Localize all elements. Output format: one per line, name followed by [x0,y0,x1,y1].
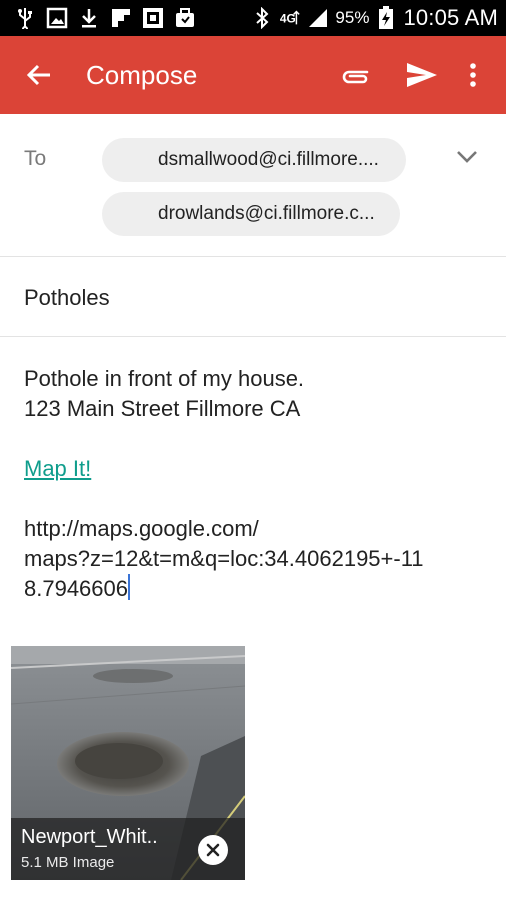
attachment-card[interactable]: Newport_Whit.. 5.1 MB Image [11,646,245,880]
text-cursor [128,574,130,600]
bluetooth-icon [251,7,273,29]
battery-charging-icon [375,6,397,29]
body-url-tail: 8.7946606 [24,576,128,601]
signal-icon [307,7,329,29]
status-bar: 4G 95% 10:05 AM [0,0,506,36]
expand-recipients-button[interactable] [452,144,482,170]
clock-time: 10:05 AM [403,5,498,30]
app-bar: Compose [0,36,506,114]
back-arrow-icon [26,64,50,86]
data-4g-icon: 4G [279,7,301,29]
more-vert-icon [470,63,476,87]
recipient-chip[interactable]: drowlands@ci.fillmore.c... [102,192,400,236]
body-text-line: 123 Main Street Fillmore CA [24,396,301,421]
to-field[interactable]: To dsmallwood@ci.fillmore.... drowlands@… [0,114,506,257]
send-icon [407,63,437,87]
subject-field[interactable]: Potholes [0,258,506,337]
recipient-chip[interactable]: dsmallwood@ci.fillmore.... [102,138,406,182]
back-button[interactable] [20,56,58,94]
message-body[interactable]: Pothole in front of my house. 123 Main S… [24,364,494,604]
more-options-button[interactable] [458,56,488,94]
attachment-size: 5.1 MB Image [21,854,115,871]
attachment-name: Newport_Whit.. [21,826,158,848]
page-title: Compose [86,60,198,90]
nfc-tag-icon [142,7,164,29]
subject-value: Potholes [24,285,110,310]
close-icon [206,843,220,857]
briefcase-icon [174,7,196,29]
remove-attachment-button[interactable] [198,835,228,865]
paperclip-icon [342,70,369,84]
download-icon [78,7,100,29]
flipboard-icon [110,7,132,29]
usb-icon [14,7,36,29]
battery-percent: 95% [335,8,370,27]
body-url-line: http://maps.google.com/ [24,516,259,541]
body-text-line: Pothole in front of my house. [24,366,305,391]
chevron-down-icon [457,151,477,163]
attachment-info: Newport_Whit.. 5.1 MB Image [11,818,245,880]
map-it-link[interactable]: Map It! [24,454,91,484]
to-label: To [24,147,47,170]
body-url: http://maps.google.com/ maps?z=12&t=m&q=… [24,514,494,604]
body-url-line-last: 8.7946606 [24,574,494,604]
image-icon [46,7,68,29]
body-url-line: maps?z=12&t=m&q=loc:34.4062195+-11 [24,546,424,571]
send-button[interactable] [402,56,442,94]
attach-button[interactable] [334,56,376,94]
